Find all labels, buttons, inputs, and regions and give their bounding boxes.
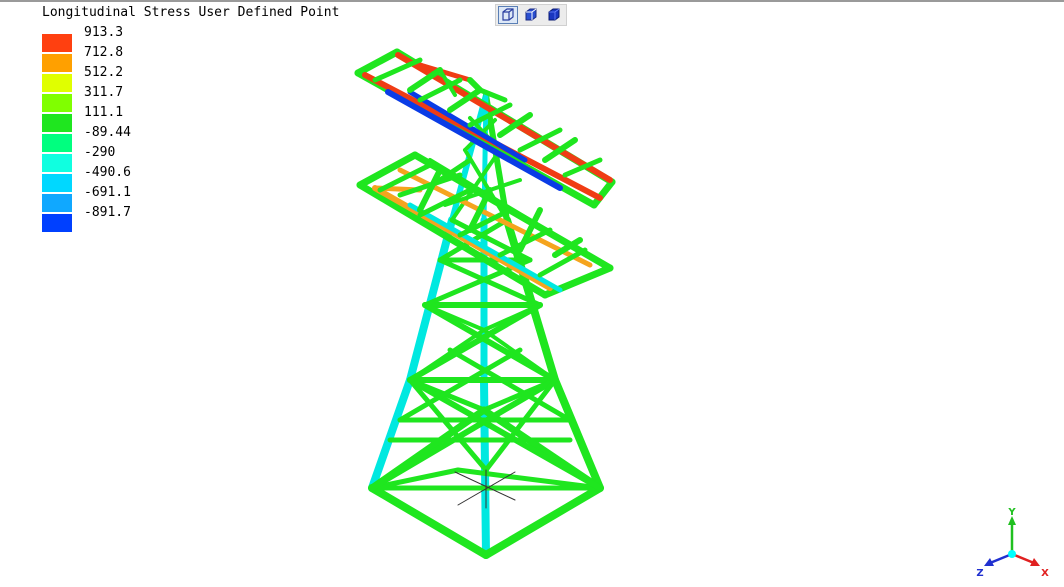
tower-member — [482, 303, 542, 332]
model-viewport[interactable] — [0, 0, 1064, 587]
tower-member — [356, 151, 419, 189]
tower-member — [423, 303, 486, 332]
tower-member — [354, 48, 401, 77]
y-axis-label: Y — [1007, 507, 1016, 518]
z-axis-label: Z — [976, 568, 983, 579]
x-axis-label: X — [1041, 568, 1049, 579]
tower-member — [541, 264, 614, 299]
tower-member — [368, 484, 490, 559]
tower-member — [482, 484, 604, 559]
axis-triad: Y X Z — [976, 507, 1049, 579]
axis-origin — [1008, 550, 1016, 558]
